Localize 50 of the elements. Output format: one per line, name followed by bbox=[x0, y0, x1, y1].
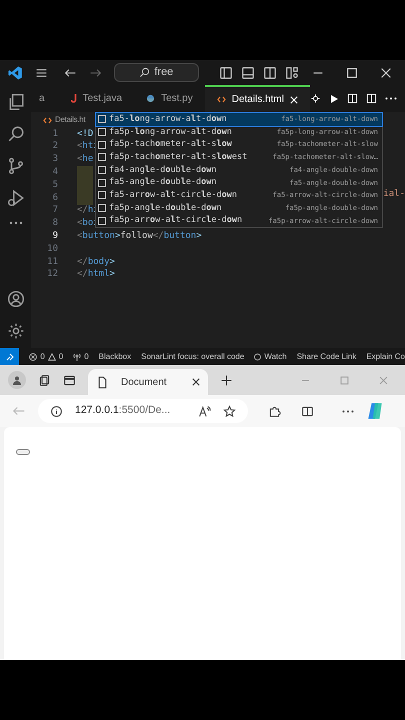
line-number: 11 bbox=[46, 256, 58, 269]
line-number: 5 bbox=[52, 178, 58, 192]
tab-label: Test.java bbox=[82, 92, 122, 106]
code-text: </html> bbox=[77, 268, 115, 282]
suggestion-label: fa4-angle-double-down bbox=[109, 164, 217, 176]
line-number: 7 bbox=[52, 204, 58, 218]
tab-label: Details.html bbox=[232, 93, 284, 107]
line-number: 4 bbox=[52, 166, 58, 180]
suggestion-label: fa5p-long-arrow-alt-down bbox=[109, 126, 232, 138]
code-text: ial- bbox=[383, 188, 405, 201]
suggestion-label: fa5p-angle-double-down bbox=[109, 202, 222, 215]
code-text: <!D bbox=[77, 128, 94, 141]
line-number: 9 bbox=[52, 230, 58, 244]
code-text: </body> bbox=[77, 256, 115, 269]
editor-tab[interactable]: Test.py bbox=[134, 85, 205, 112]
line-number: 10 bbox=[46, 242, 58, 256]
suggestion-label: fa5p-tachometer-alt-slow bbox=[109, 138, 232, 152]
code-text: <he bbox=[77, 153, 94, 166]
editor-tab[interactable]: Test.java bbox=[58, 85, 134, 112]
error-count[interactable]: 0 bbox=[40, 350, 45, 362]
tab-label: Test.py bbox=[161, 92, 193, 106]
line-number: 12 bbox=[46, 268, 58, 282]
status-item[interactable]: SonarLint focus: overall code bbox=[141, 350, 244, 362]
address-bar[interactable]: 127.0.0.1:5500/De... bbox=[38, 399, 248, 423]
tab-label: a bbox=[39, 92, 45, 106]
suggestion-label: fa5p-arrow-alt-circle-down bbox=[109, 214, 242, 228]
search-field[interactable]: free bbox=[114, 63, 199, 82]
code-text: <button>follow</button> bbox=[77, 230, 202, 244]
suggestion-label: fa5-angle-double-down bbox=[109, 176, 217, 190]
line-number: 1 bbox=[52, 128, 58, 141]
search-text: free bbox=[154, 65, 174, 80]
editor-tab[interactable]: a bbox=[31, 85, 59, 112]
warning-count[interactable]: 0 bbox=[58, 350, 64, 362]
tab-title: Document bbox=[121, 376, 167, 390]
status-item[interactable]: Share Code Link bbox=[296, 350, 356, 362]
suggestion-label: fa5-long-arrow-alt-down bbox=[109, 112, 227, 126]
browser-tab[interactable]: Document bbox=[88, 369, 208, 395]
suggestion-label: fa5-arrow-alt-circle-down bbox=[109, 189, 238, 202]
ports-count[interactable]: 0 bbox=[84, 350, 89, 362]
editor-tab[interactable]: Details.html bbox=[204, 85, 310, 112]
status-item[interactable]: Blackbox bbox=[98, 350, 132, 362]
line-number: 6 bbox=[52, 192, 58, 205]
status-item[interactable]: Explain Co bbox=[366, 350, 405, 362]
status-item[interactable]: Watch bbox=[264, 350, 287, 362]
breadcrumb[interactable]: Details.ht bbox=[55, 114, 86, 126]
line-number: 3 bbox=[52, 153, 58, 166]
suggestion-label: fa5p-tachometer-alt-slowest bbox=[109, 151, 248, 164]
line-number: 8 bbox=[52, 217, 58, 230]
url-text: 127.0.0.1:5500/De... bbox=[75, 403, 170, 418]
line-number: 2 bbox=[52, 140, 58, 154]
